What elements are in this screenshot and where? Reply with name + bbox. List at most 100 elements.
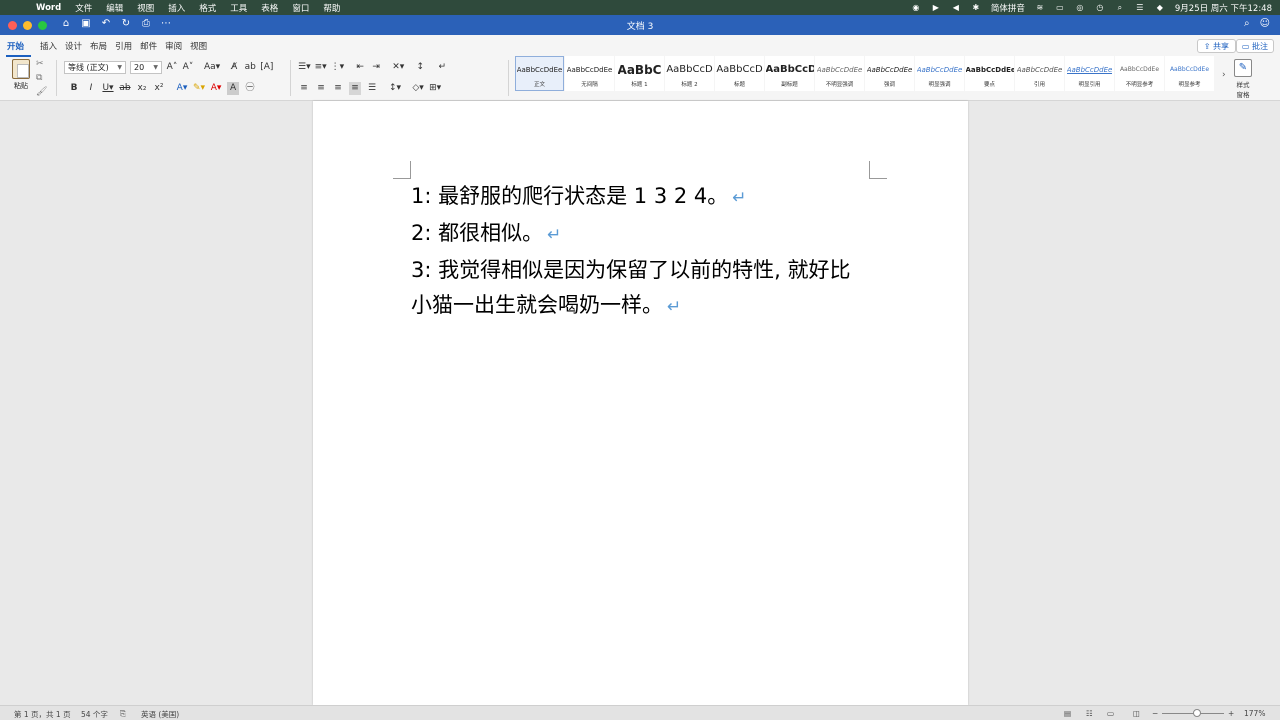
style-intense-quote[interactable]: AaBbCcDdEe 明显引用 [1065, 56, 1114, 91]
font-name-dropdown[interactable]: 等线 (正文) ▼ [64, 61, 126, 74]
zoom-level[interactable]: 177% [1244, 709, 1265, 718]
focus-mode-icon[interactable]: ▭ [1107, 709, 1114, 718]
tab-review[interactable]: 审阅 [164, 39, 189, 57]
paragraph[interactable]: 1: 最舒服的爬行状态是 1 3 2 4。 ↵ [411, 179, 873, 216]
comments-button[interactable]: ▭ 批注 [1235, 39, 1274, 53]
style-no-spacing[interactable]: AaBbCcDdEe 无间隔 [565, 56, 614, 91]
document-body[interactable]: 1: 最舒服的爬行状态是 1 3 2 4。 ↵ 2: 都很相似。 ↵ 3: 我觉得相… [411, 179, 873, 325]
bold-icon[interactable]: B [68, 82, 80, 95]
multilevel-list-icon[interactable]: ⋮▾ [331, 61, 345, 74]
style-quote[interactable]: AaBbCcDdEe 引用 [1015, 56, 1064, 91]
read-mode-icon[interactable]: ◫ [1133, 709, 1140, 718]
tab-layout[interactable]: 布局 [89, 39, 114, 57]
shading-icon[interactable]: ◇▾ [412, 82, 424, 95]
superscript-icon[interactable]: x² [153, 82, 165, 95]
chevron-right-icon[interactable]: › [1222, 70, 1226, 80]
numbering-icon[interactable]: ≡▾ [315, 61, 327, 74]
align-center-icon[interactable]: ≡ [315, 82, 327, 95]
menu-app-word[interactable]: Word [36, 3, 61, 13]
language-indicator[interactable]: 英语 (美国) [141, 709, 179, 720]
subscript-icon[interactable]: x₂ [136, 82, 148, 95]
style-heading-2[interactable]: AaBbCcD 标题 2 [665, 56, 714, 91]
enclose-characters-icon[interactable]: ㊀ [244, 82, 256, 95]
tab-home[interactable]: 开始 [6, 39, 32, 57]
style-normal[interactable]: AaBbCcDdEe 正文 [515, 56, 564, 91]
styles-pane-button[interactable]: ✎ 样式 窗格 [1232, 59, 1254, 99]
change-case-icon[interactable]: Aa▾ [204, 61, 220, 74]
character-shading-icon[interactable]: A [227, 82, 240, 95]
increase-indent-icon[interactable]: ⇥ [370, 61, 382, 74]
sort-icon[interactable]: ↕ [414, 61, 426, 74]
clear-formatting-icon[interactable]: A̸ [228, 61, 240, 74]
font-color-icon[interactable]: A▾ [210, 82, 222, 95]
paragraph[interactable]: 3: 我觉得相似是因为保留了以前的特性, 就好比 [411, 253, 873, 288]
zoom-slider-thumb[interactable] [1193, 709, 1201, 717]
cut-icon[interactable]: ✂ [36, 59, 47, 69]
highlight-icon[interactable]: ✎▾ [193, 82, 205, 95]
asian-layout-icon[interactable]: ✕▾ [392, 61, 404, 74]
style-intense-reference[interactable]: AaBbCcDdEe 明显参考 [1165, 56, 1214, 91]
style-subtle-reference[interactable]: AaBbCcDdEe 不明显参考 [1115, 56, 1164, 91]
menu-insert[interactable]: 插入 [168, 2, 185, 14]
bluetooth-icon[interactable]: ✱ [971, 3, 981, 12]
play-icon[interactable]: ▶ [931, 3, 941, 12]
format-painter-icon[interactable]: 🖌 [36, 87, 47, 97]
copy-icon[interactable]: ⧉ [36, 73, 47, 83]
zoom-in-icon[interactable]: + [1228, 709, 1234, 718]
font-size-dropdown[interactable]: 20 ▼ [130, 61, 162, 74]
menu-help[interactable]: 帮助 [323, 2, 340, 14]
proofing-icon[interactable]: ⎘ [120, 709, 126, 719]
character-border-icon[interactable]: [A] [260, 61, 273, 74]
document-canvas[interactable]: 1: 最舒服的爬行状态是 1 3 2 4。 ↵ 2: 都很相似。 ↵ 3: 我觉得相… [0, 101, 1280, 705]
siri-icon[interactable]: ◆ [1155, 3, 1165, 12]
menu-view[interactable]: 视图 [137, 2, 154, 14]
shrink-font-icon[interactable]: A˅ [182, 61, 194, 74]
text-effects-icon[interactable]: A▾ [176, 82, 188, 95]
strikethrough-icon[interactable]: ab [119, 82, 131, 95]
menu-edit[interactable]: 编辑 [106, 2, 123, 14]
tab-view[interactable]: 视图 [189, 39, 214, 57]
borders-icon[interactable]: ⊞▾ [429, 82, 441, 95]
document-page[interactable]: 1: 最舒服的爬行状态是 1 3 2 4。 ↵ 2: 都很相似。 ↵ 3: 我觉得相… [313, 101, 968, 705]
style-subtle-emphasis[interactable]: AaBbCcDdEe 不明显强调 [815, 56, 864, 91]
style-emphasis[interactable]: AaBbCcDdEe 强调 [865, 56, 914, 91]
share-button[interactable]: ⇪ 共享 [1196, 39, 1236, 53]
menubar-clock[interactable]: 9月25日 周六 下午12:48 [1175, 2, 1272, 14]
align-right-icon[interactable]: ≡ [332, 82, 344, 95]
paragraph[interactable]: 2: 都很相似。 ↵ [411, 216, 873, 253]
style-title[interactable]: AaBbCcD 标题 [715, 56, 764, 91]
bullets-icon[interactable]: ☰▾ [298, 61, 311, 74]
phonetic-guide-icon[interactable]: ab [244, 61, 256, 74]
search-icon[interactable]: ⌕ [1244, 18, 1250, 29]
menu-format[interactable]: 格式 [199, 2, 216, 14]
zoom-out-icon[interactable]: − [1152, 709, 1158, 718]
word-count[interactable]: 54 个字 [81, 709, 108, 720]
battery-icon[interactable]: ▭ [1055, 3, 1065, 12]
tab-design[interactable]: 设计 [64, 39, 89, 57]
tab-references[interactable]: 引用 [114, 39, 139, 57]
style-intense-emphasis[interactable]: AaBbCcDdEe 明显强调 [915, 56, 964, 91]
menu-table[interactable]: 表格 [261, 2, 278, 14]
style-strong[interactable]: AaBbCcDdEe 要点 [965, 56, 1014, 91]
control-center-icon[interactable]: ☰ [1135, 3, 1145, 12]
volume-icon[interactable]: ◀ [951, 3, 961, 12]
menu-window[interactable]: 窗口 [292, 2, 309, 14]
input-method-indicator[interactable]: 简体拼音 [991, 2, 1025, 14]
menu-file[interactable]: 文件 [75, 2, 92, 14]
paragraph[interactable]: 小猫一出生就会喝奶一样。 ↵ [411, 288, 873, 325]
italic-icon[interactable]: I [85, 82, 97, 95]
align-left-icon[interactable]: ≡ [298, 82, 310, 95]
grow-font-icon[interactable]: A˄ [166, 61, 178, 74]
decrease-indent-icon[interactable]: ⇤ [354, 61, 366, 74]
spotlight-search-icon[interactable]: ⌕ [1115, 3, 1125, 12]
web-layout-icon[interactable]: ☷ [1086, 709, 1093, 718]
wechat-icon[interactable]: ◉ [911, 3, 921, 12]
smiley-feedback-icon[interactable]: ☺ [1260, 18, 1270, 29]
style-subtitle[interactable]: AaBbCcD 副标题 [765, 56, 814, 91]
show-marks-icon[interactable]: ↵ [436, 61, 448, 74]
user-icon[interactable]: ◎ [1075, 3, 1085, 12]
page-count[interactable]: 第 1 页，共 1 页 [14, 709, 71, 720]
tab-mailings[interactable]: 邮件 [139, 39, 164, 57]
wifi-icon[interactable]: ≋ [1035, 3, 1045, 12]
tab-insert[interactable]: 插入 [39, 39, 64, 57]
